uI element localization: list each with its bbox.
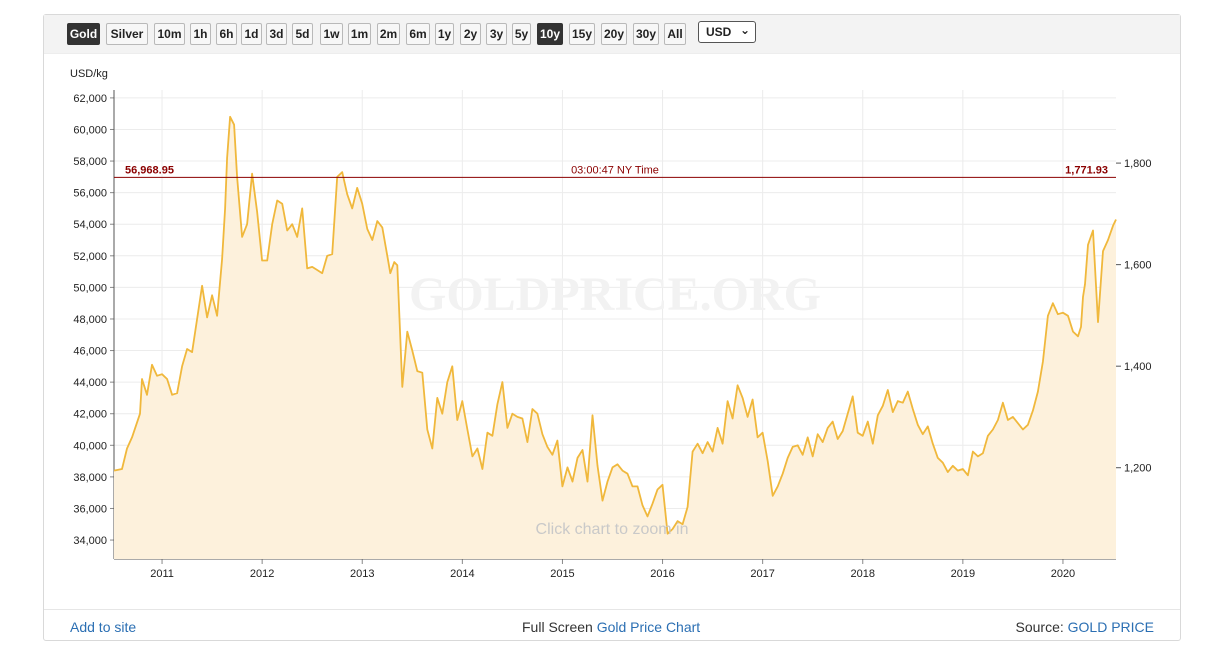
zoom-hint-text: Click chart to zoom in — [536, 521, 689, 538]
x-tick-label: 2019 — [951, 568, 975, 580]
x-tick-label: 2015 — [550, 568, 574, 580]
x-tick-label: 2018 — [851, 568, 875, 580]
x-tick-label: 2014 — [450, 568, 474, 580]
x-tick-label: 2011 — [150, 568, 174, 580]
y-tick-label: 56,000 — [73, 188, 107, 200]
add-to-site-link[interactable]: Add to site — [70, 619, 136, 635]
y-tick-label: 50,000 — [73, 282, 107, 294]
y-tick-label: 44,000 — [73, 377, 107, 389]
x-tick-label: 2020 — [1051, 568, 1075, 580]
x-tick-label: 2017 — [750, 568, 774, 580]
y-tick-label: 42,000 — [73, 409, 107, 421]
y-axis-unit-label: USD/kg — [70, 68, 108, 80]
full-screen-link[interactable]: Gold Price Chart — [597, 619, 700, 635]
chart-widget: Gold Silver 10m 1h 6h 1d 3d 5d 1w 1m 2m 6m 1y 2y 3y 5y 1… — [43, 14, 1181, 641]
source-link[interactable]: GOLD PRICE — [1068, 619, 1154, 635]
x-tick-label: 2013 — [350, 568, 374, 580]
full-screen-text: Full Screen Gold Price Chart — [522, 619, 700, 635]
current-price-right-label: 1,771.93 — [1065, 164, 1108, 176]
y-tick-label: 52,000 — [73, 251, 107, 263]
y-tick-label: 40,000 — [73, 440, 107, 452]
y-tick-label: 54,000 — [73, 219, 107, 231]
chart-footer: Add to site Full Screen Gold Price Chart… — [44, 609, 1180, 642]
y-tick-label: 36,000 — [73, 503, 107, 515]
y-tick-label: 38,000 — [73, 472, 107, 484]
y-tick-label: 62,000 — [73, 93, 107, 105]
y-tick-label: 58,000 — [73, 156, 107, 168]
current-time-label: 03:00:47 NY Time — [571, 164, 659, 176]
watermark-text: GOLDPRICE.ORG — [409, 268, 821, 321]
y2-tick-label: 1,200 — [1124, 463, 1152, 475]
y2-tick-label: 1,600 — [1124, 260, 1152, 272]
y-tick-label: 34,000 — [73, 535, 107, 547]
y-tick-label: 60,000 — [73, 124, 107, 136]
full-screen-prefix: Full Screen — [522, 619, 593, 635]
y-tick-label: 48,000 — [73, 314, 107, 326]
y2-tick-label: 1,400 — [1124, 361, 1152, 373]
current-price-left-label: 56,968.95 — [125, 164, 174, 176]
x-tick-label: 2016 — [650, 568, 674, 580]
source-prefix: Source: — [1015, 619, 1064, 635]
source-text: Source: GOLD PRICE — [1016, 619, 1155, 635]
y-tick-label: 46,000 — [73, 346, 107, 358]
y2-tick-label: 1,800 — [1124, 158, 1152, 170]
gold-price-chart[interactable]: 34,000 36,000 38,000 40,000 42,000 44,000 46,0… — [44, 15, 1182, 609]
x-tick-label: 2012 — [250, 568, 274, 580]
